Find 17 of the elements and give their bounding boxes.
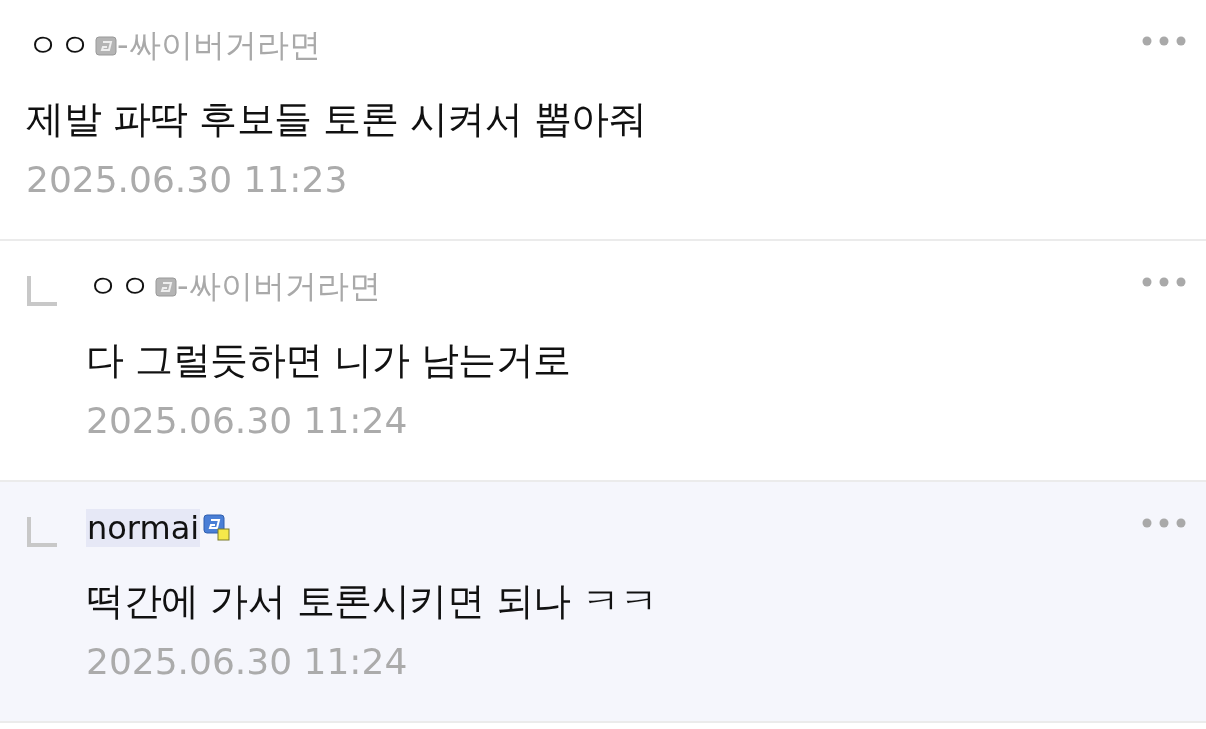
gallery-badge-icon xyxy=(155,277,177,297)
author-name[interactable]: ㅇㅇ xyxy=(86,265,152,309)
author-name[interactable]: normai xyxy=(86,509,201,547)
comment-text: 제발 파딱 후보들 토론 시켜서 뽑아줘 xyxy=(26,96,648,143)
author-name[interactable]: ㅇㅇ xyxy=(26,24,92,68)
gallery-nickname: -싸이버거라면 xyxy=(117,25,321,66)
comment-text: 떡간에 가서 토론시키면 되나 ㅋㅋ xyxy=(86,578,659,625)
fixed-badge-icon xyxy=(203,514,232,542)
gallery-badge-icon xyxy=(95,36,117,56)
comment-text: 다 그럴듯하면 니가 남는거로 xyxy=(86,337,572,384)
more-options-icon[interactable] xyxy=(1142,276,1186,288)
comment-time: 2025.06.30 11:24 xyxy=(86,400,409,441)
comment-time: 2025.06.30 11:23 xyxy=(26,159,349,200)
more-options-icon[interactable] xyxy=(1142,517,1186,529)
comment-time: 2025.06.30 11:24 xyxy=(86,641,409,682)
gallery-nickname: -싸이버거라면 xyxy=(177,266,381,307)
more-options-icon[interactable] xyxy=(1142,35,1186,47)
